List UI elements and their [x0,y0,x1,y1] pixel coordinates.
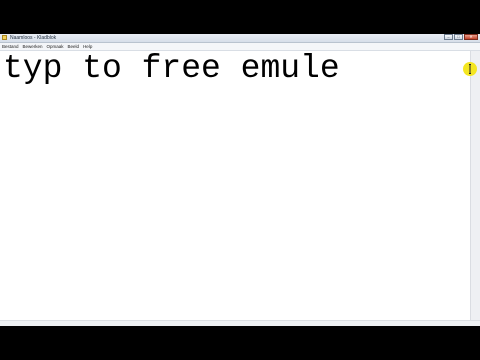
horizontal-scrollbar[interactable] [0,320,480,326]
vertical-scrollbar[interactable] [470,51,480,321]
menu-view[interactable]: Beeld [66,43,82,50]
menu-format[interactable]: Opmaak [45,43,66,50]
menu-help[interactable]: Help [81,43,94,50]
window-controls: – □ ✕ [444,34,478,41]
window-title: Naamloos - Kladblok [10,35,57,41]
notepad-window: Naamloos - Kladblok – □ ✕ Bestand Bewerk… [0,34,480,326]
minimize-button[interactable]: – [444,34,453,40]
title-bar[interactable]: Naamloos - Kladblok – □ ✕ [0,34,480,43]
menu-edit[interactable]: Bewerken [21,43,45,50]
notepad-icon [2,35,7,40]
editor-content: typ to free emule [3,50,340,87]
text-cursor-icon [469,64,471,74]
text-editor-area[interactable]: typ to free emule [0,51,471,321]
close-button[interactable]: ✕ [464,34,478,40]
maximize-button[interactable]: □ [454,34,463,40]
menu-file[interactable]: Bestand [0,43,21,50]
